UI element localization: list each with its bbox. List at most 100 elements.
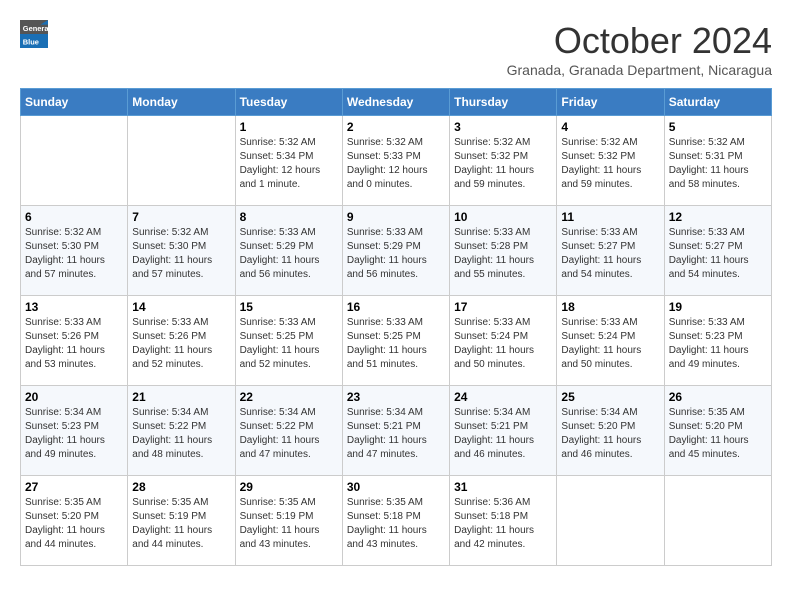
day-number: 30 bbox=[347, 480, 445, 494]
page-header: General Blue October 2024 Granada, Grana… bbox=[20, 20, 772, 78]
day-info: Sunrise: 5:32 AM Sunset: 5:34 PM Dayligh… bbox=[240, 136, 338, 192]
calendar-cell: 23 Sunrise: 5:34 AM Sunset: 5:21 PM Dayli… bbox=[342, 386, 449, 476]
day-info: Sunrise: 5:33 AM Sunset: 5:25 PM Dayligh… bbox=[240, 316, 338, 372]
calendar-cell: 29 Sunrise: 5:35 AM Sunset: 5:19 PM Dayli… bbox=[235, 476, 342, 566]
calendar-cell: 22Sunrise: 5:34 AM Sunset: 5:22 PM Dayli… bbox=[235, 386, 342, 476]
day-number: 23 bbox=[347, 390, 445, 404]
svg-text:General: General bbox=[23, 24, 48, 33]
calendar-cell: 11 Sunrise: 5:33 AM Sunset: 5:27 PM Dayli… bbox=[557, 206, 664, 296]
day-info: Sunrise: 5:33 AM Sunset: 5:26 PM Dayligh… bbox=[132, 316, 230, 372]
day-number: 14 bbox=[132, 300, 230, 314]
day-number: 17 bbox=[454, 300, 552, 314]
day-info: Sunrise: 5:33 AM Sunset: 5:29 PM Dayligh… bbox=[240, 226, 338, 282]
day-info: Sunrise: 5:33 AM Sunset: 5:25 PM Dayligh… bbox=[347, 316, 445, 372]
day-number: 18 bbox=[561, 300, 659, 314]
day-number: 2 bbox=[347, 120, 445, 134]
day-info: Sunrise: 5:33 AM Sunset: 5:29 PM Dayligh… bbox=[347, 226, 445, 282]
day-info: Sunrise: 5:33 AM Sunset: 5:24 PM Dayligh… bbox=[454, 316, 552, 372]
location-title: Granada, Granada Department, Nicaragua bbox=[507, 62, 772, 78]
calendar-week-row: 1 Sunrise: 5:32 AM Sunset: 5:34 PM Daylig… bbox=[21, 116, 772, 206]
weekday-header: Tuesday bbox=[235, 89, 342, 116]
day-number: 7 bbox=[132, 210, 230, 224]
day-number: 29 bbox=[240, 480, 338, 494]
calendar-cell: 26Sunrise: 5:35 AM Sunset: 5:20 PM Dayli… bbox=[664, 386, 771, 476]
day-number: 22 bbox=[240, 390, 338, 404]
weekday-header: Sunday bbox=[21, 89, 128, 116]
calendar-week-row: 6Sunrise: 5:32 AM Sunset: 5:30 PM Daylig… bbox=[21, 206, 772, 296]
calendar-cell: 27 Sunrise: 5:35 AM Sunset: 5:20 PM Dayli… bbox=[21, 476, 128, 566]
day-number: 12 bbox=[669, 210, 767, 224]
calendar-cell: 14 Sunrise: 5:33 AM Sunset: 5:26 PM Dayli… bbox=[128, 296, 235, 386]
day-info: Sunrise: 5:33 AM Sunset: 5:27 PM Dayligh… bbox=[669, 226, 767, 282]
day-number: 4 bbox=[561, 120, 659, 134]
day-info: Sunrise: 5:35 AM Sunset: 5:19 PM Dayligh… bbox=[132, 496, 230, 552]
day-info: Sunrise: 5:33 AM Sunset: 5:24 PM Dayligh… bbox=[561, 316, 659, 372]
day-info: Sunrise: 5:33 AM Sunset: 5:28 PM Dayligh… bbox=[454, 226, 552, 282]
calendar-cell: 8 Sunrise: 5:33 AM Sunset: 5:29 PM Daylig… bbox=[235, 206, 342, 296]
day-info: Sunrise: 5:36 AM Sunset: 5:18 PM Dayligh… bbox=[454, 496, 552, 552]
calendar-cell: 18 Sunrise: 5:33 AM Sunset: 5:24 PM Dayli… bbox=[557, 296, 664, 386]
weekday-header: Friday bbox=[557, 89, 664, 116]
weekday-header: Monday bbox=[128, 89, 235, 116]
calendar-cell: 17 Sunrise: 5:33 AM Sunset: 5:24 PM Dayli… bbox=[450, 296, 557, 386]
day-info: Sunrise: 5:35 AM Sunset: 5:20 PM Dayligh… bbox=[25, 496, 123, 552]
day-number: 8 bbox=[240, 210, 338, 224]
calendar-cell: 6Sunrise: 5:32 AM Sunset: 5:30 PM Daylig… bbox=[21, 206, 128, 296]
day-info: Sunrise: 5:32 AM Sunset: 5:30 PM Dayligh… bbox=[132, 226, 230, 282]
day-info: Sunrise: 5:32 AM Sunset: 5:32 PM Dayligh… bbox=[561, 136, 659, 192]
day-info: Sunrise: 5:34 AM Sunset: 5:20 PM Dayligh… bbox=[561, 406, 659, 462]
calendar-week-row: 13Sunrise: 5:33 AM Sunset: 5:26 PM Dayli… bbox=[21, 296, 772, 386]
calendar-cell: 31 Sunrise: 5:36 AM Sunset: 5:18 PM Dayli… bbox=[450, 476, 557, 566]
day-number: 10 bbox=[454, 210, 552, 224]
weekday-header: Saturday bbox=[664, 89, 771, 116]
day-number: 19 bbox=[669, 300, 767, 314]
day-info: Sunrise: 5:35 AM Sunset: 5:19 PM Dayligh… bbox=[240, 496, 338, 552]
calendar-cell bbox=[557, 476, 664, 566]
calendar-cell: 20 Sunrise: 5:34 AM Sunset: 5:23 PM Dayli… bbox=[21, 386, 128, 476]
calendar-cell: 24Sunrise: 5:34 AM Sunset: 5:21 PM Dayli… bbox=[450, 386, 557, 476]
day-number: 21 bbox=[132, 390, 230, 404]
day-number: 31 bbox=[454, 480, 552, 494]
calendar-cell: 16 Sunrise: 5:33 AM Sunset: 5:25 PM Dayli… bbox=[342, 296, 449, 386]
day-info: Sunrise: 5:34 AM Sunset: 5:21 PM Dayligh… bbox=[454, 406, 552, 462]
day-number: 25 bbox=[561, 390, 659, 404]
day-number: 1 bbox=[240, 120, 338, 134]
weekday-header-row: SundayMondayTuesdayWednesdayThursdayFrid… bbox=[21, 89, 772, 116]
calendar-week-row: 20 Sunrise: 5:34 AM Sunset: 5:23 PM Dayli… bbox=[21, 386, 772, 476]
day-number: 20 bbox=[25, 390, 123, 404]
calendar-cell bbox=[664, 476, 771, 566]
calendar-cell: 9Sunrise: 5:33 AM Sunset: 5:29 PM Daylig… bbox=[342, 206, 449, 296]
logo-icon: General Blue bbox=[20, 20, 48, 48]
calendar-cell: 19 Sunrise: 5:33 AM Sunset: 5:23 PM Dayli… bbox=[664, 296, 771, 386]
day-number: 5 bbox=[669, 120, 767, 134]
calendar-cell: 13Sunrise: 5:33 AM Sunset: 5:26 PM Dayli… bbox=[21, 296, 128, 386]
calendar-cell: 21Sunrise: 5:34 AM Sunset: 5:22 PM Dayli… bbox=[128, 386, 235, 476]
day-number: 15 bbox=[240, 300, 338, 314]
calendar-cell: 28 Sunrise: 5:35 AM Sunset: 5:19 PM Dayli… bbox=[128, 476, 235, 566]
calendar-cell: 2Sunrise: 5:32 AM Sunset: 5:33 PM Daylig… bbox=[342, 116, 449, 206]
calendar-cell: 30 Sunrise: 5:35 AM Sunset: 5:18 PM Dayli… bbox=[342, 476, 449, 566]
day-number: 28 bbox=[132, 480, 230, 494]
day-info: Sunrise: 5:34 AM Sunset: 5:23 PM Dayligh… bbox=[25, 406, 123, 462]
calendar-cell: 5Sunrise: 5:32 AM Sunset: 5:31 PM Daylig… bbox=[664, 116, 771, 206]
day-info: Sunrise: 5:32 AM Sunset: 5:30 PM Dayligh… bbox=[25, 226, 123, 282]
calendar-table: SundayMondayTuesdayWednesdayThursdayFrid… bbox=[20, 88, 772, 566]
svg-text:Blue: Blue bbox=[23, 37, 39, 46]
calendar-cell bbox=[21, 116, 128, 206]
day-info: Sunrise: 5:33 AM Sunset: 5:27 PM Dayligh… bbox=[561, 226, 659, 282]
day-number: 11 bbox=[561, 210, 659, 224]
logo: General Blue bbox=[20, 20, 48, 48]
day-number: 3 bbox=[454, 120, 552, 134]
calendar-cell: 25 Sunrise: 5:34 AM Sunset: 5:20 PM Dayli… bbox=[557, 386, 664, 476]
day-info: Sunrise: 5:33 AM Sunset: 5:23 PM Dayligh… bbox=[669, 316, 767, 372]
calendar-cell: 7 Sunrise: 5:32 AM Sunset: 5:30 PM Daylig… bbox=[128, 206, 235, 296]
day-number: 27 bbox=[25, 480, 123, 494]
day-number: 16 bbox=[347, 300, 445, 314]
day-info: Sunrise: 5:34 AM Sunset: 5:21 PM Dayligh… bbox=[347, 406, 445, 462]
calendar-week-row: 27 Sunrise: 5:35 AM Sunset: 5:20 PM Dayli… bbox=[21, 476, 772, 566]
calendar-cell: 3Sunrise: 5:32 AM Sunset: 5:32 PM Daylig… bbox=[450, 116, 557, 206]
calendar-cell bbox=[128, 116, 235, 206]
day-info: Sunrise: 5:35 AM Sunset: 5:18 PM Dayligh… bbox=[347, 496, 445, 552]
weekday-header: Thursday bbox=[450, 89, 557, 116]
calendar-cell: 10 Sunrise: 5:33 AM Sunset: 5:28 PM Dayli… bbox=[450, 206, 557, 296]
